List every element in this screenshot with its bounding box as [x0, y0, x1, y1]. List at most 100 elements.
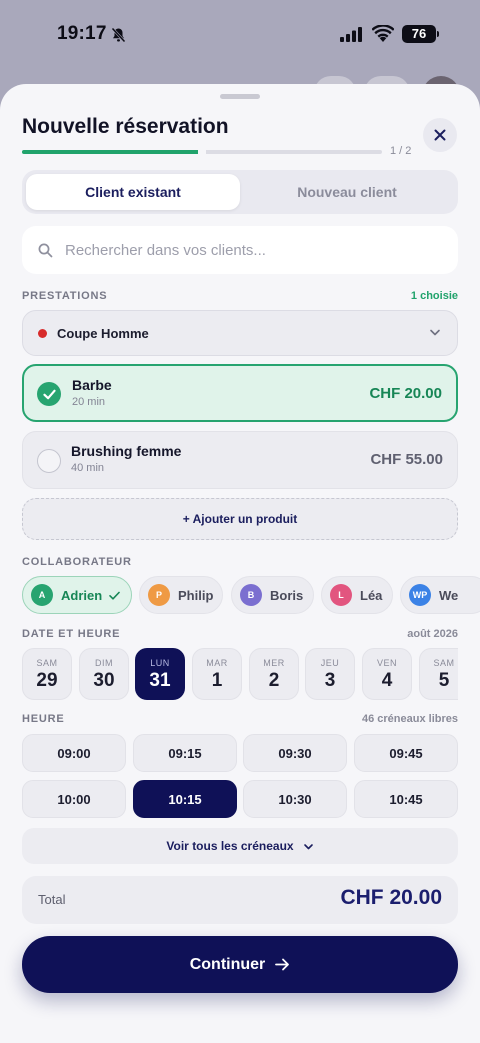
staff-name: Léa	[360, 587, 383, 603]
total-summary: Total CHF 20.00	[22, 876, 458, 924]
progress-bar	[22, 150, 382, 154]
day-29[interactable]: SAM 29	[22, 648, 72, 700]
service-duration: 20 min	[72, 396, 106, 408]
booking-sheet: Nouvelle réservation 1 / 2 Client exista…	[0, 84, 480, 1043]
staff-avatar: L	[330, 584, 352, 606]
staff-chip-adrien[interactable]: A Adrien	[22, 576, 132, 614]
see-all-slots-label: Voir tous les créneaux	[166, 839, 294, 853]
day-weekday: JEU	[320, 658, 340, 668]
day-1[interactable]: MAR 1	[192, 648, 242, 700]
staff-name: Adrien	[61, 587, 103, 603]
client-search-input[interactable]	[65, 241, 425, 259]
staff-avatar: P	[148, 584, 170, 606]
day-weekday: MAR	[206, 658, 228, 668]
arrow-right-icon	[275, 958, 290, 971]
tab-existing-client[interactable]: Client existant	[26, 174, 240, 210]
day-number: 3	[324, 670, 336, 691]
day-number: 2	[268, 670, 280, 691]
staff-chip-boris[interactable]: B Boris	[231, 576, 314, 614]
services-section-label: PRESTATIONS	[22, 290, 108, 302]
continue-label: Continuer	[189, 955, 266, 973]
day-weekday: SAM	[433, 658, 455, 668]
day-number: 1	[211, 670, 223, 691]
service-option-barbe[interactable]: Barbe 20 min CHF 20.00	[22, 364, 458, 422]
chevron-down-icon	[430, 329, 440, 336]
time-slot[interactable]: 10:00	[22, 780, 126, 818]
see-all-slots-button[interactable]: Voir tous les créneaux	[22, 828, 458, 864]
checkmark-icon	[37, 382, 61, 406]
date-section-label: DATE ET HEURE	[22, 628, 121, 640]
free-slots-count: 46 créneaux libres	[361, 713, 458, 725]
time-slot[interactable]: 09:00	[22, 734, 126, 772]
day-number: 30	[93, 670, 115, 691]
staff-chip-lea[interactable]: L Léa	[321, 576, 393, 614]
service-option-brushing-femme[interactable]: Brushing femme 40 min CHF 55.00	[22, 431, 458, 489]
staff-chip-we[interactable]: WP We	[400, 576, 480, 614]
wifi-icon	[371, 24, 395, 47]
battery-tip	[437, 31, 439, 37]
time-slot-selected[interactable]: 10:15	[133, 780, 237, 818]
staff-avatar: A	[31, 584, 53, 606]
day-30[interactable]: DIM 30	[79, 648, 129, 700]
day-weekday: SAM	[36, 658, 58, 668]
staff-name: Boris	[270, 587, 304, 603]
service-category-value: Coupe Homme	[57, 325, 149, 341]
service-name: Brushing femme	[71, 443, 182, 459]
service-price: CHF 55.00	[370, 451, 443, 468]
add-product-button[interactable]: + Ajouter un produit	[22, 498, 458, 540]
chevron-down-icon	[303, 843, 313, 849]
sheet-drag-handle[interactable]	[220, 94, 260, 99]
day-4[interactable]: VEN 4	[362, 648, 412, 700]
total-value: CHF 20.00	[340, 886, 442, 909]
day-weekday: VEN	[376, 658, 397, 668]
checkmark-icon	[109, 591, 120, 600]
staff-name: We	[439, 587, 459, 603]
bell-muted-icon	[111, 27, 126, 48]
staff-chip-philip[interactable]: P Philip	[139, 576, 223, 614]
close-button[interactable]	[423, 118, 457, 152]
date-month: août 2026	[407, 628, 458, 640]
staff-chip-list: A Adrien P Philip B Boris L Léa WP We	[22, 576, 480, 614]
day-3[interactable]: JEU 3	[305, 648, 355, 700]
client-search	[22, 226, 458, 274]
staff-avatar: WP	[409, 584, 431, 606]
day-number: 4	[381, 670, 393, 691]
day-number: 5	[438, 670, 450, 691]
day-2[interactable]: MER 2	[249, 648, 299, 700]
cellular-signal-icon	[340, 27, 362, 47]
services-selected-count: 1 choisie	[410, 290, 458, 302]
time-section-label: HEURE	[22, 713, 65, 725]
day-weekday: MER	[263, 658, 285, 668]
time-slot[interactable]: 09:30	[243, 734, 347, 772]
staff-name: Philip	[178, 587, 214, 603]
time-slot[interactable]: 10:45	[354, 780, 458, 818]
day-number: 29	[36, 670, 58, 691]
staff-avatar: B	[240, 584, 262, 606]
battery-indicator: 76	[402, 25, 436, 43]
time-slot[interactable]: 10:30	[243, 780, 347, 818]
day-weekday: DIM	[95, 658, 113, 668]
search-icon	[38, 243, 53, 257]
day-5[interactable]: SAM 5	[419, 648, 458, 700]
service-duration: 40 min	[71, 462, 105, 474]
sheet-title: Nouvelle réservation	[22, 115, 229, 138]
time-slot[interactable]: 09:45	[354, 734, 458, 772]
status-time: 19:17	[57, 23, 107, 44]
unchecked-radio-icon	[37, 449, 61, 473]
service-price: CHF 20.00	[369, 385, 442, 402]
day-weekday: LUN	[150, 658, 170, 668]
total-label: Total	[38, 892, 66, 907]
close-icon	[434, 129, 446, 141]
service-category-select[interactable]: Coupe Homme	[22, 310, 458, 356]
category-color-dot	[38, 328, 47, 338]
time-slot[interactable]: 09:15	[133, 734, 237, 772]
day-31[interactable]: LUN 31	[135, 648, 185, 700]
day-number: 31	[149, 670, 171, 691]
continue-button[interactable]: Continuer	[22, 936, 458, 993]
step-counter: 1 / 2	[390, 145, 412, 157]
status-bar: 19:17 76	[0, 0, 480, 72]
tab-new-client[interactable]: Nouveau client	[240, 174, 454, 210]
day-picker: SAM 29 DIM 30 LUN 31 MAR 1 MER 2 JEU 3 VEN 4 SA…	[22, 648, 458, 702]
progress-fill	[22, 150, 202, 154]
staff-section-label: COLLABORATEUR	[22, 556, 132, 568]
